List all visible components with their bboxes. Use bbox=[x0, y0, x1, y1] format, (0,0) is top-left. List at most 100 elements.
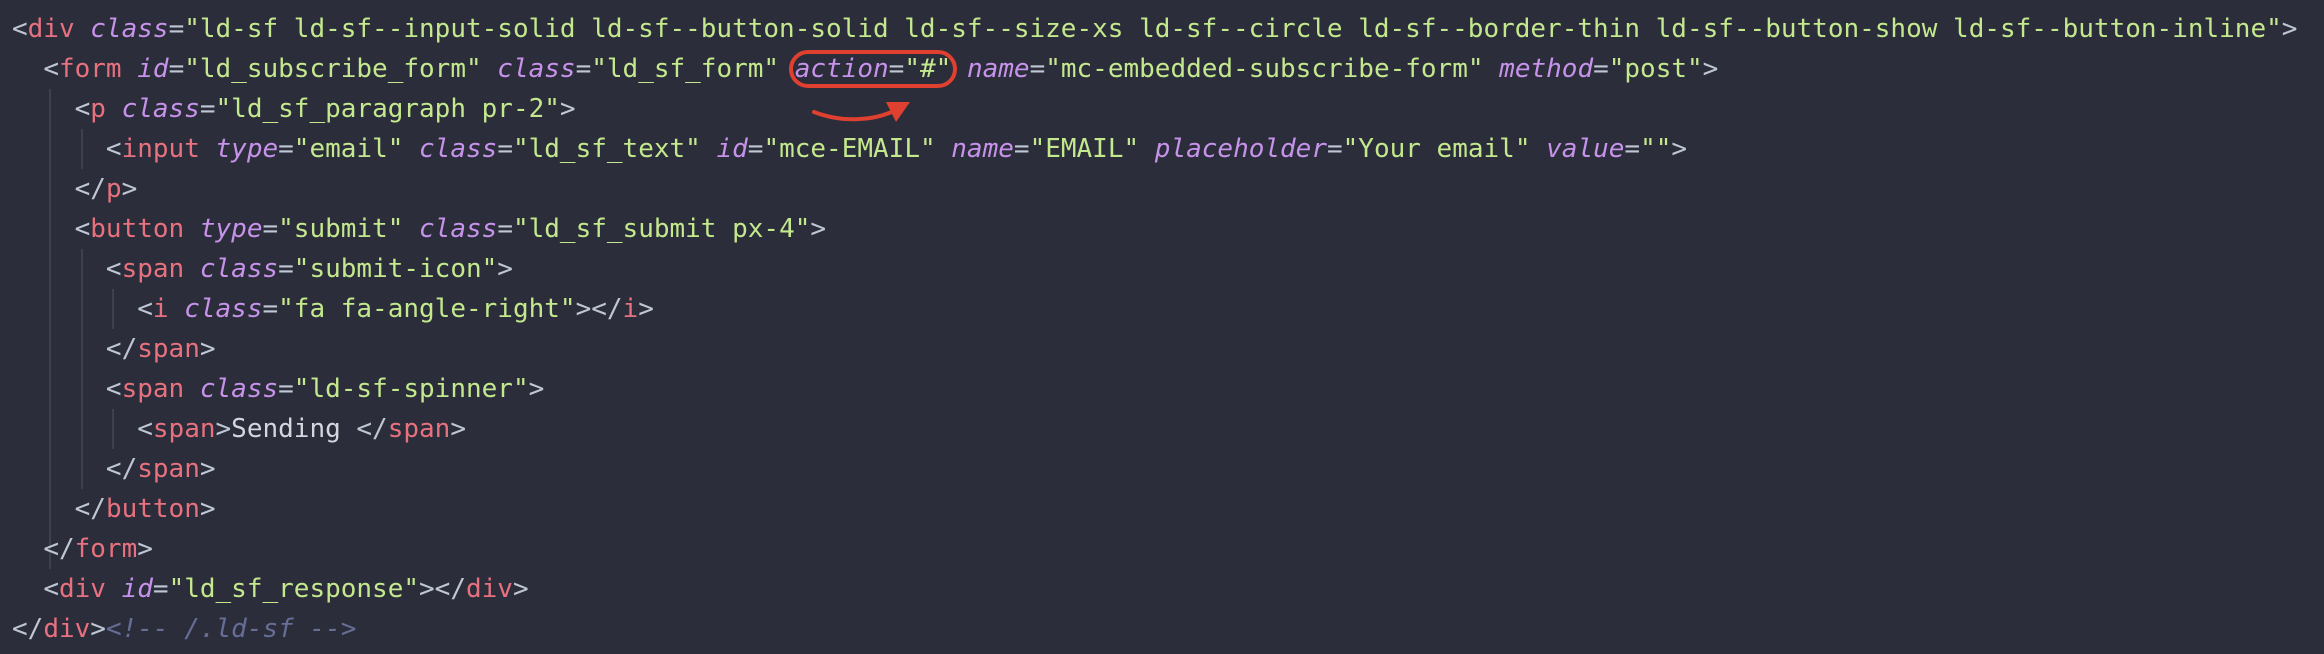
punctuation: > bbox=[137, 534, 153, 564]
attribute-name: type bbox=[199, 214, 263, 244]
punctuation: = bbox=[575, 54, 592, 84]
tag-name: form bbox=[74, 534, 138, 564]
code-line[interactable]: <span class="ld-sf-spinner"> bbox=[12, 369, 2324, 409]
text-content bbox=[12, 254, 106, 284]
code-line[interactable]: <div class="ld-sf ld-sf--input-solid ld-… bbox=[12, 9, 2324, 49]
punctuation: ></ bbox=[419, 574, 466, 604]
tag-name: p bbox=[90, 94, 106, 124]
punctuation: > bbox=[90, 614, 106, 644]
text-content bbox=[200, 134, 216, 164]
text-content bbox=[1530, 134, 1546, 164]
attribute-value: "EMAIL" bbox=[1029, 134, 1140, 164]
punctuation: < bbox=[43, 54, 59, 84]
punctuation: > bbox=[199, 454, 216, 484]
code-line[interactable]: <div id="ld_sf_response"></div> bbox=[12, 569, 2324, 609]
attribute-name: class bbox=[419, 134, 498, 164]
attribute-name: type bbox=[215, 134, 279, 164]
attribute-name: class bbox=[90, 14, 169, 44]
highlighted-action-attribute: action="#" bbox=[788, 49, 958, 89]
text-content bbox=[75, 14, 91, 44]
text-content bbox=[184, 374, 200, 404]
text-content bbox=[184, 214, 200, 244]
text-content bbox=[12, 534, 43, 564]
code-line[interactable]: <span>Sending </span> bbox=[12, 409, 2324, 449]
punctuation: = bbox=[1029, 54, 1046, 84]
attribute-name: class bbox=[121, 94, 200, 124]
code-editor[interactable]: <div class="ld-sf ld-sf--input-solid ld-… bbox=[0, 0, 2324, 654]
tag-name: button bbox=[90, 214, 185, 244]
punctuation: = bbox=[747, 134, 764, 164]
text-content bbox=[12, 174, 75, 204]
text-content bbox=[12, 494, 75, 524]
tag-name: div bbox=[58, 574, 106, 604]
tag-name: p bbox=[105, 174, 122, 204]
attribute-name: class bbox=[419, 214, 498, 244]
code-line[interactable]: </span> bbox=[12, 329, 2324, 369]
tag-name: form bbox=[58, 54, 122, 84]
punctuation: > bbox=[512, 574, 529, 604]
punctuation: = bbox=[278, 254, 294, 284]
punctuation: < bbox=[137, 294, 153, 324]
code-line[interactable]: <span class="submit-icon"> bbox=[12, 249, 2324, 289]
punctuation: = bbox=[1013, 134, 1030, 164]
code-line[interactable]: </form> bbox=[12, 529, 2324, 569]
tag-name: button bbox=[105, 494, 200, 524]
attribute-name: class bbox=[199, 254, 279, 284]
punctuation: > bbox=[497, 254, 513, 284]
text-content bbox=[936, 134, 952, 164]
code-line[interactable]: <p class="ld_sf_paragraph pr-2"> bbox=[12, 89, 2324, 129]
tag-name: i bbox=[622, 294, 639, 324]
tag-name: span bbox=[137, 334, 200, 364]
text-content bbox=[122, 54, 138, 84]
punctuation: < bbox=[12, 14, 28, 44]
attribute-value: "mc-embedded-subscribe-form" bbox=[1045, 54, 1484, 84]
attribute-name: placeholder bbox=[1154, 134, 1327, 164]
text-content bbox=[12, 414, 137, 444]
text-content: Sending bbox=[231, 414, 357, 444]
attribute-name: class bbox=[497, 54, 576, 84]
comment: <!-- /.ld-sf --> bbox=[105, 614, 357, 644]
code-line[interactable]: </div><!-- /.ld-sf --> bbox=[12, 609, 2324, 649]
attribute-value: "email" bbox=[293, 134, 404, 164]
tag-name: input bbox=[121, 134, 200, 164]
attribute-name: id bbox=[137, 54, 169, 84]
text-content bbox=[701, 134, 717, 164]
punctuation: > bbox=[215, 414, 232, 444]
code-line[interactable]: <i class="fa fa-angle-right"></i> bbox=[12, 289, 2324, 329]
punctuation: = bbox=[497, 134, 513, 164]
code-line[interactable]: </p> bbox=[12, 169, 2324, 209]
punctuation: > bbox=[528, 374, 545, 404]
code-line[interactable]: </button> bbox=[12, 489, 2324, 529]
text-content bbox=[12, 134, 106, 164]
punctuation: = bbox=[278, 134, 294, 164]
text-content bbox=[403, 134, 419, 164]
attribute-value: "submit" bbox=[278, 214, 404, 244]
tag-name: span bbox=[152, 414, 216, 444]
code-line[interactable]: <button type="submit" class="ld_sf_submi… bbox=[12, 209, 2324, 249]
attribute-name: class bbox=[199, 374, 279, 404]
punctuation: = bbox=[262, 214, 279, 244]
punctuation: < bbox=[74, 94, 91, 124]
code-line[interactable]: </span> bbox=[12, 449, 2324, 489]
code-line[interactable]: <input type="email" class="ld_sf_text" i… bbox=[12, 129, 2324, 169]
attribute-value: "ld-sf-spinner" bbox=[293, 374, 529, 404]
attribute-value: "submit-icon" bbox=[293, 254, 498, 284]
punctuation: </ bbox=[43, 534, 75, 564]
punctuation: = bbox=[1593, 54, 1609, 84]
punctuation: < bbox=[105, 254, 122, 284]
attribute-value: "" bbox=[1640, 134, 1672, 164]
attribute-name: name bbox=[966, 54, 1030, 84]
tag-name: span bbox=[121, 254, 185, 284]
attribute-value: "mce-EMAIL" bbox=[763, 134, 936, 164]
tag-name: div bbox=[43, 614, 91, 644]
attribute-value: "post" bbox=[1608, 54, 1703, 84]
text-content bbox=[1484, 54, 1500, 84]
punctuation: = bbox=[152, 574, 169, 604]
attribute-value: "ld_sf_paragraph pr-2" bbox=[215, 94, 560, 124]
code-line[interactable]: <form id="ld_subscribe_form" class="ld_s… bbox=[12, 49, 2324, 89]
text-content bbox=[12, 454, 106, 484]
text-content bbox=[12, 94, 75, 124]
punctuation: > bbox=[121, 174, 138, 204]
attribute-value: "ld-sf ld-sf--input-solid ld-sf--button-… bbox=[184, 14, 2282, 44]
text-content bbox=[106, 574, 122, 604]
